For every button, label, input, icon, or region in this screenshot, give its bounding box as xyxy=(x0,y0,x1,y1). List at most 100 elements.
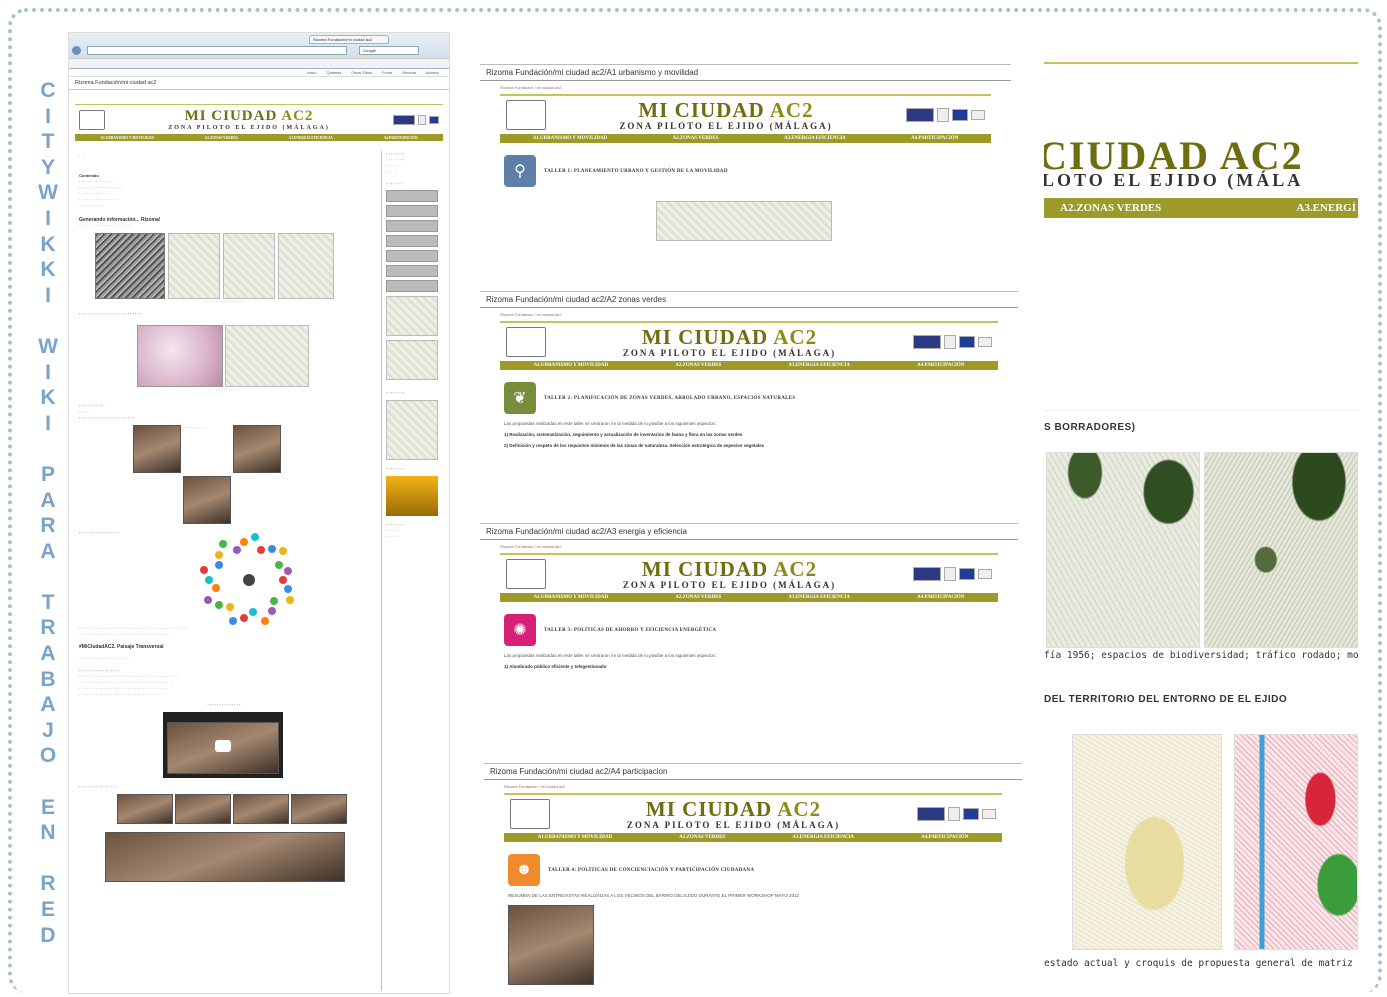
taller-row: ❦ TALLER 2: PLANIFICACIÓN DE ZONAS VERDE… xyxy=(504,382,994,414)
building-logo-icon xyxy=(506,559,546,589)
nav-item[interactable]: A3.ENERGIA EFICIENCIA xyxy=(784,136,846,141)
right-zoom-screenshot: CIUDAD AC2 LOTO EL EJIDO (MÁLA A2.ZONAS … xyxy=(1044,62,1358,990)
nav-item[interactable]: A4.PARTICIPACIÓN xyxy=(917,595,964,600)
site-menu: Inicio Quiénes Otros Sitios Foros Rizoma Acce… xyxy=(307,70,439,75)
nav-item[interactable]: A1.URBANISMO Y MOVILIDAD xyxy=(534,595,609,600)
site-banner: MI CIUDAD AC2 ZONA PILOTO EL EJIDO (MÁLA… xyxy=(75,104,443,134)
vertical-title-letter: K xyxy=(40,258,56,282)
breadcrumb[interactable]: Rizoma Fundación / mi ciudad ac2 xyxy=(480,308,1018,321)
banner-subtitle: ZONA PILOTO EL EJIDO (MÁLAGA) xyxy=(622,348,837,358)
site-menu-item[interactable]: Acceso xyxy=(426,70,439,75)
map-sketch xyxy=(168,233,220,299)
banner-subtitle: ZONA PILOTO EL EJIDO (MÁLAGA) xyxy=(622,580,837,590)
nav-item[interactable]: A1.URBANISMO Y MOVILIDAD xyxy=(100,136,154,140)
nav-item[interactable]: A4.PARTICIPACIÓN xyxy=(921,835,968,840)
taller-label: TALLER 3: POLÍTICAS DE AHORRO Y EFICIENC… xyxy=(544,627,717,633)
nav-item[interactable]: A2.ZONAS VERDES xyxy=(205,136,238,140)
subpage-screenshot: Rizoma Fundación/mi ciudad ac2/A4 partic… xyxy=(484,763,1022,994)
bookmarks-bar xyxy=(69,58,449,68)
people-icon: ☻ xyxy=(508,854,540,886)
body-text: 1) Realización, sistematización, seguimi… xyxy=(504,432,743,437)
banner-title: MI CIUDAD AC2 xyxy=(638,98,814,122)
site-menu-item[interactable]: Quiénes xyxy=(327,70,342,75)
nav-item[interactable]: A2.ZONAS VERDES xyxy=(679,835,725,840)
map-sketch xyxy=(656,201,832,241)
partner-logos xyxy=(906,108,985,122)
building-logo-icon xyxy=(506,327,546,357)
bicycle-icon: ⚲ xyxy=(504,155,536,187)
interview-photo xyxy=(508,905,594,985)
nav-item[interactable]: A1.URBANISMO Y MOVILIDAD xyxy=(538,835,613,840)
subpage-screenshot: Rizoma Fundación/mi ciudad ac2/A2 zonas … xyxy=(480,291,1018,509)
left-sidebar: · · · · · · · · · · · · · · · · · · · · … xyxy=(381,151,441,991)
banner-titles: MI CIUDAD AC2 ZONA PILOTO EL EJIDO (MÁLA… xyxy=(550,798,917,830)
nav-item[interactable]: A4.PARTICIPACIÓN xyxy=(384,136,418,140)
banner-subtitle: ZONA PILOTO EL EJIDO (MÁLAGA) xyxy=(168,125,330,131)
site-banner: MI CIUDAD AC2 ZONA PILOTO EL EJIDO (MÁLA… xyxy=(500,94,991,134)
site-menu-item[interactable]: Rizoma xyxy=(402,70,416,75)
banner-title: MI CIUDAD AC2 xyxy=(645,797,822,821)
banner-subtitle: ZONA PILOTO EL EJIDO (MÁLAGA) xyxy=(619,121,833,131)
nav-item[interactable]: A3.ENERGIA EFICIENCIA xyxy=(289,136,333,140)
subpage-screenshot: Rizoma Fundación/mi ciudad ac2/A3 energi… xyxy=(480,523,1018,733)
taller-row: ☻ TALLER 4: POLÍTICAS DE CONCIENCIACIÓN … xyxy=(508,854,998,886)
nav-item[interactable]: A2.ZONAS VERDES xyxy=(673,136,719,141)
nav-item[interactable]: A1.URBANISMO Y MOVILIDAD xyxy=(534,363,609,368)
nav-item[interactable]: A3.ENERGIA EFICIENCIA xyxy=(788,363,850,368)
map-sketch xyxy=(223,233,275,299)
page-title: Rizoma Fundación/mi ciudad ac2 xyxy=(69,77,449,90)
section-heading: S BORRADORES) xyxy=(1044,422,1136,433)
network-graph xyxy=(169,532,329,626)
site-menu-item[interactable]: Inicio xyxy=(307,70,316,75)
zoomed-nav: A2.ZONAS VERDES A3.ENERGÍ xyxy=(1044,198,1358,218)
site-menu-item[interactable]: Foros xyxy=(382,70,392,75)
vertical-title-letter: R xyxy=(40,514,56,538)
vertical-title-letter: I xyxy=(45,360,51,384)
vertical-title-letter: Y xyxy=(40,155,55,179)
vertical-title-letter: I xyxy=(45,206,51,230)
vertical-title-letter: A xyxy=(40,693,56,717)
group-photo xyxy=(105,832,345,882)
breadcrumb[interactable]: Rizoma Fundación / mi ciudad ac2 xyxy=(484,780,1022,793)
vertical-title-letter: P xyxy=(40,462,55,486)
site-menu-item[interactable]: Otros Sitios xyxy=(351,70,372,75)
map-image xyxy=(1234,734,1358,950)
vertical-title-letter: J xyxy=(42,718,54,742)
banner-titles: MI CIUDAD AC2 ZONA PILOTO EL EJIDO (MÁLA… xyxy=(105,108,393,131)
breadcrumb[interactable]: Rizoma Fundación / mi ciudad ac2 xyxy=(480,81,1011,94)
nav-item[interactable]: A1.URBANISMO Y MOVILIDAD xyxy=(533,136,608,141)
search-box[interactable]: Google xyxy=(359,46,419,55)
vertical-title-letter: A xyxy=(40,642,56,666)
banner-title: MI CIUDAD AC2 xyxy=(641,325,818,349)
nav-item[interactable]: A3.ENERGIA EFICIENCIA xyxy=(792,835,854,840)
nav-item[interactable]: A4.PARTICIPACIÓN xyxy=(911,136,958,141)
site-nav: A1.URBANISMO Y MOVILIDAD A2.ZONAS VERDES A… xyxy=(500,134,991,143)
map-sketch xyxy=(225,325,309,387)
interview-photo xyxy=(233,425,281,473)
browser-tab[interactable]: Rizoma Fundación/mi ciudad ac2 xyxy=(309,35,389,44)
section-heading: DEL TERRITORIO DEL ENTORNO DE EL EJIDO xyxy=(1044,694,1288,705)
section-heading: #MiCiudadAC2. Paisaje Transversal xyxy=(79,644,164,650)
body-text: 2) Definición y respeto de los requisito… xyxy=(504,443,765,448)
video-player[interactable] xyxy=(163,712,283,778)
building-logo-icon xyxy=(510,799,550,829)
site-nav: A1.URBANISMO Y MOVILIDAD A2.ZONAS VERDES A… xyxy=(504,833,1002,842)
nav-item[interactable]: A2.ZONAS VERDES xyxy=(675,595,721,600)
back-icon[interactable] xyxy=(72,46,81,55)
play-icon[interactable] xyxy=(215,740,231,752)
address-bar[interactable] xyxy=(87,46,347,55)
nav-item[interactable]: A4.PARTICIPACIÓN xyxy=(917,363,964,368)
nav-item[interactable]: A3.ENERGIA EFICIENCIA xyxy=(788,595,850,600)
taller-label: TALLER 1: PLANEAMIENTO URBANO Y GESTIÓN … xyxy=(544,168,728,174)
nav-item-zonas-verdes[interactable]: A2.ZONAS VERDES xyxy=(1060,202,1161,214)
banner-titles: MI CIUDAD AC2 ZONA PILOTO EL EJIDO (MÁLA… xyxy=(546,558,913,590)
breadcrumb[interactable]: Rizoma Fundación / mi ciudad ac2 xyxy=(480,540,1018,553)
vertical-title-letter: N xyxy=(40,821,56,845)
vertical-title-letter: T xyxy=(41,130,55,154)
nav-item-energia[interactable]: A3.ENERGÍ xyxy=(1296,202,1356,214)
taller-row: ✺ TALLER 3: POLÍTICAS DE AHORRO Y EFICIE… xyxy=(504,614,994,646)
nav-item[interactable]: A2.ZONAS VERDES xyxy=(675,363,721,368)
vertical-title-letter: C xyxy=(40,79,56,102)
left-content: · · · Contenido · · · · · · · · · · · · … xyxy=(79,153,369,882)
vertical-title-letter: A xyxy=(40,488,56,512)
